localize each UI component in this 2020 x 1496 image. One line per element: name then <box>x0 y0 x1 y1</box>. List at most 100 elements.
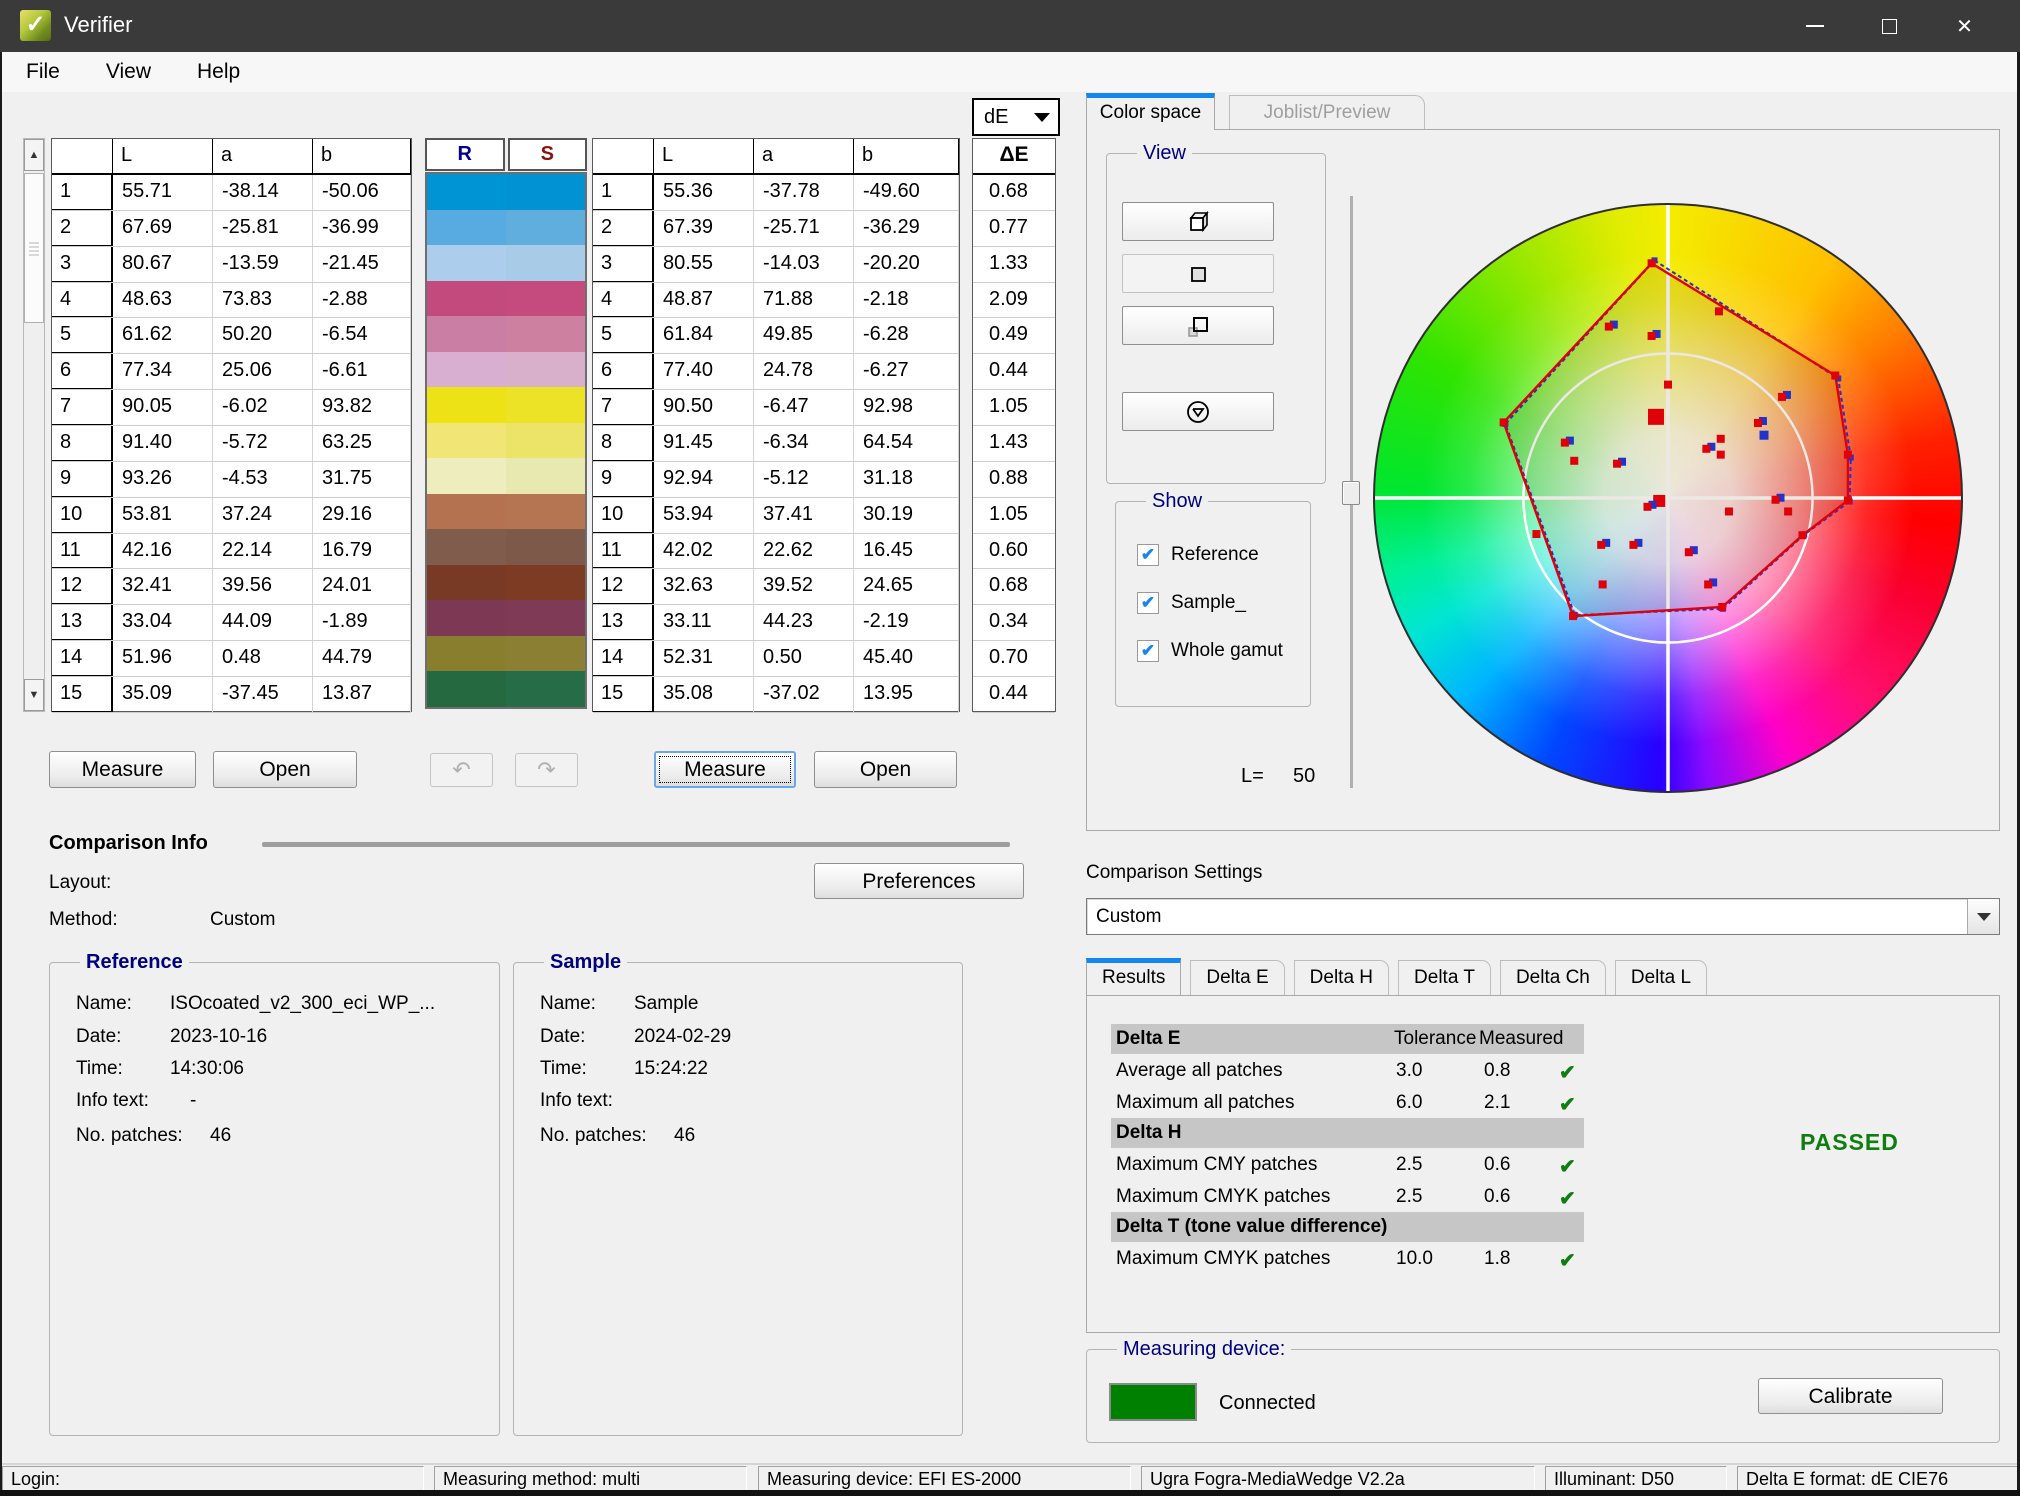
sample-row[interactable]: 1142.0222.6216.45 <box>593 534 959 570</box>
scroll-down-icon[interactable]: ▼ <box>24 679 44 711</box>
delta-e-value: 0.77 <box>973 211 1055 247</box>
sample-row[interactable]: 1452.310.5045.40 <box>593 641 959 677</box>
reference-swatch-half <box>427 174 506 210</box>
calibrate-button[interactable]: Calibrate <box>1758 1378 1943 1414</box>
sample-row[interactable]: 677.4024.78-6.27 <box>593 354 959 390</box>
sample-row[interactable]: 1232.6339.5224.65 <box>593 569 959 605</box>
overlapping-squares-icon <box>1184 312 1212 340</box>
menu-item-view[interactable]: View <box>90 56 167 88</box>
menu-item-file[interactable]: File <box>10 56 76 88</box>
reference-cell: -37.45 <box>213 677 313 712</box>
sample-cell: 52.31 <box>654 641 754 676</box>
sample-row[interactable]: 1535.08-37.0213.95 <box>593 677 959 713</box>
reference-cell: 24.01 <box>313 569 411 604</box>
sample-row[interactable]: 155.36-37.78-49.60 <box>593 175 959 211</box>
results-tab-delta-h[interactable]: Delta H <box>1294 960 1389 995</box>
view-compare-button[interactable] <box>1122 306 1274 345</box>
checkbox-reference[interactable]: ✔ <box>1137 544 1159 566</box>
maximize-button[interactable] <box>1852 0 1927 52</box>
reference-row[interactable]: 1232.4139.5624.01 <box>52 569 411 605</box>
sample-row[interactable]: 448.8771.88-2.18 <box>593 283 959 319</box>
checkbox-whole-gamut[interactable]: ✔ <box>1137 640 1159 662</box>
view-gamut-button[interactable] <box>1122 392 1274 431</box>
sample-cell: 22.62 <box>754 534 854 569</box>
open-reference-button[interactable]: Open <box>213 751 357 788</box>
minimize-button[interactable] <box>1777 0 1852 52</box>
sample-header-row: Lab <box>593 139 959 175</box>
comparison-settings-dropdown[interactable]: Custom <box>1086 898 2000 935</box>
checkbox-sample-[interactable]: ✔ <box>1137 592 1159 614</box>
results-tab-delta-e[interactable]: Delta E <box>1190 960 1284 995</box>
reference-cell: -2.88 <box>313 283 411 318</box>
menu-item-help[interactable]: Help <box>181 56 256 88</box>
sample-date-value: 2024-02-29 <box>634 1026 731 1048</box>
sample-cell: -6.27 <box>854 354 959 389</box>
sample-row[interactable]: 267.39-25.71-36.29 <box>593 211 959 247</box>
sample-row[interactable]: 561.8449.85-6.28 <box>593 318 959 354</box>
delta-e-value: 1.33 <box>973 247 1055 283</box>
reference-row[interactable]: 267.69-25.81-36.99 <box>52 211 411 247</box>
sample-cell: -6.47 <box>754 390 854 425</box>
sample-cell: -14.03 <box>754 247 854 282</box>
sample-row[interactable]: 380.55-14.03-20.20 <box>593 247 959 283</box>
reference-cell: 51.96 <box>113 641 213 676</box>
tab-joblist-preview[interactable]: Joblist/Preview <box>1229 95 1425 130</box>
sample-row[interactable]: 992.94-5.1231.18 <box>593 462 959 498</box>
reference-cell: 33.04 <box>113 605 213 640</box>
sample-row-number: 6 <box>593 354 654 389</box>
reference-row[interactable]: 790.05-6.0293.82 <box>52 390 411 426</box>
scrollbar-thumb[interactable] <box>24 173 44 323</box>
reference-cell: -50.06 <box>313 175 411 210</box>
redo-icon[interactable]: ↷ <box>515 753 578 787</box>
reference-row[interactable]: 993.26-4.5331.75 <box>52 462 411 498</box>
reference-info-group: Reference Name: ISOcoated_v2_300_eci_WP_… <box>49 962 500 1436</box>
gamut-color-wheel <box>1373 203 1963 793</box>
show-checkbox-row: ✔Reference <box>1137 544 1259 566</box>
results-tab-delta-t[interactable]: Delta T <box>1398 960 1491 995</box>
reference-row[interactable]: 1142.1622.1416.79 <box>52 534 411 570</box>
square-2d-icon <box>1184 260 1212 288</box>
reference-row[interactable]: 891.40-5.7263.25 <box>52 426 411 462</box>
reference-row[interactable]: 677.3425.06-6.61 <box>52 354 411 390</box>
reference-cell: 80.67 <box>113 247 213 282</box>
lightness-slider-thumb[interactable] <box>1342 481 1360 505</box>
reference-row-number: 12 <box>52 569 113 604</box>
open-sample-button[interactable]: Open <box>814 751 957 788</box>
sample-row[interactable]: 1333.1144.23-2.19 <box>593 605 959 641</box>
reference-row[interactable]: 380.67-13.59-21.45 <box>52 247 411 283</box>
delta-e-format-dropdown[interactable]: dE <box>972 98 1060 136</box>
reference-row[interactable]: 1535.09-37.4513.87 <box>52 677 411 713</box>
results-tab-delta-l[interactable]: Delta L <box>1615 960 1707 995</box>
reference-row[interactable]: 155.71-38.14-50.06 <box>52 175 411 211</box>
reference-row[interactable]: 1333.0444.09-1.89 <box>52 605 411 641</box>
tab-color-space[interactable]: Color space <box>1086 93 1215 130</box>
reference-swatch-half <box>427 600 506 636</box>
app-icon: ✓ <box>20 10 51 41</box>
close-button[interactable]: ✕ <box>1927 0 2002 52</box>
scroll-up-icon[interactable]: ▲ <box>24 139 44 171</box>
results-tab-results[interactable]: Results <box>1086 958 1181 995</box>
sample-row[interactable]: 790.50-6.4792.98 <box>593 390 959 426</box>
measure-reference-button[interactable]: Measure <box>49 751 196 788</box>
sample-row[interactable]: 891.45-6.3464.54 <box>593 426 959 462</box>
vertical-scrollbar[interactable]: ▲ ▼ <box>23 138 45 712</box>
measure-sample-button[interactable]: Measure <box>654 751 796 788</box>
ref-patches-value: 46 <box>210 1125 231 1147</box>
undo-icon[interactable]: ↶ <box>430 753 493 787</box>
reference-row[interactable]: 1053.8137.2429.16 <box>52 498 411 534</box>
sample-name-value: Sample <box>634 993 698 1015</box>
view-3d-button[interactable] <box>1122 202 1274 241</box>
delta-e-value: 2.09 <box>973 283 1055 319</box>
sample-cell: -25.71 <box>754 211 854 246</box>
results-tab-delta-ch[interactable]: Delta Ch <box>1500 960 1606 995</box>
reference-cell: -6.54 <box>313 318 411 353</box>
reference-row[interactable]: 561.6250.20-6.54 <box>52 318 411 354</box>
view-2d-button[interactable] <box>1122 254 1274 293</box>
reference-cell: -6.02 <box>213 390 313 425</box>
reference-row[interactable]: 1451.960.4844.79 <box>52 641 411 677</box>
sample-row[interactable]: 1053.9437.4130.19 <box>593 498 959 534</box>
sample-swatch-half <box>506 352 585 388</box>
preferences-button[interactable]: Preferences <box>814 863 1024 899</box>
dropdown-button[interactable] <box>1967 899 1999 934</box>
reference-row[interactable]: 448.6373.83-2.88 <box>52 283 411 319</box>
